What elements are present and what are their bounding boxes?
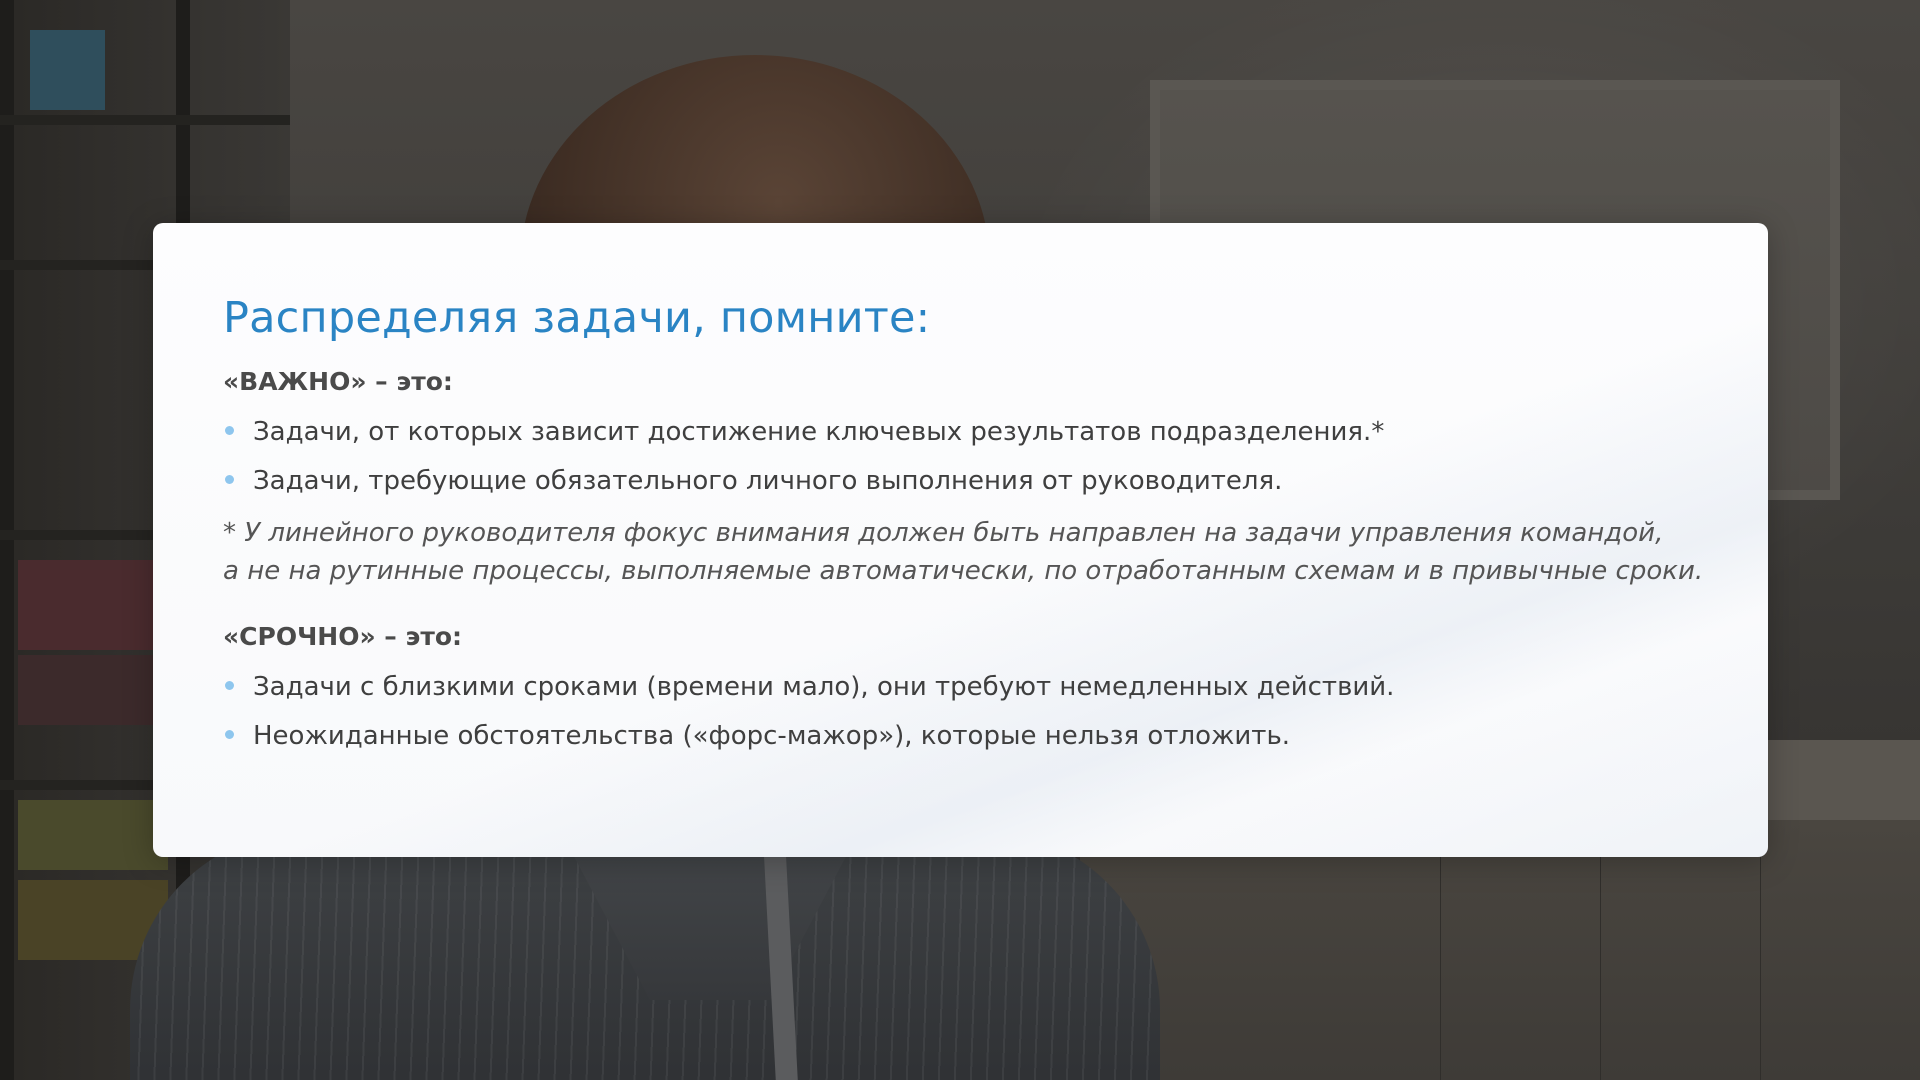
slide-title: Распределяя задачи, помните: xyxy=(223,293,931,343)
content-card: Распределяя задачи, помните: «ВАЖНО» – э… xyxy=(153,223,1768,857)
footnote: * У линейного руководителя фокус внимани… xyxy=(223,514,1704,590)
background-cabinet xyxy=(1080,820,1920,1080)
list-item: Задачи с близкими сроками (времени мало)… xyxy=(223,663,1698,712)
footnote-line: а не на рутинные процессы, выполняемые а… xyxy=(223,556,1704,586)
bullet-dot-icon xyxy=(225,475,234,484)
background-book xyxy=(18,800,168,870)
list-item: Задачи, требующие обязательного личного … xyxy=(223,457,1698,506)
list-item-text: Задачи, требующие обязательного личного … xyxy=(253,466,1283,496)
list-item: Неожиданные обстоятельства («форс-мажор»… xyxy=(223,712,1698,761)
bullet-dot-icon xyxy=(225,730,234,739)
urgent-heading: «СРОЧНО» – это: xyxy=(223,622,462,651)
footnote-line: * У линейного руководителя фокус внимани… xyxy=(223,518,1664,548)
bullet-dot-icon xyxy=(225,681,234,690)
important-list: Задачи, от которых зависит достижение кл… xyxy=(223,408,1698,506)
cabinet-seam xyxy=(1760,840,1761,1080)
slide-stage: Распределяя задачи, помните: «ВАЖНО» – э… xyxy=(0,0,1920,1080)
background-book xyxy=(18,655,168,725)
background-book xyxy=(30,30,105,110)
bullet-dot-icon xyxy=(225,426,234,435)
background-book xyxy=(18,560,168,650)
shelf-board xyxy=(0,115,290,125)
list-item-text: Неожиданные обстоятельства («форс-мажор»… xyxy=(253,721,1291,751)
list-item-text: Задачи, от которых зависит достижение кл… xyxy=(253,417,1385,447)
urgent-list: Задачи с близкими сроками (времени мало)… xyxy=(223,663,1698,761)
cabinet-seam xyxy=(1440,840,1441,1080)
list-item-text: Задачи с близкими сроками (времени мало)… xyxy=(253,672,1395,702)
cabinet-seam xyxy=(1600,840,1601,1080)
list-item: Задачи, от которых зависит достижение кл… xyxy=(223,408,1698,457)
shelf-post xyxy=(0,0,14,1080)
important-heading: «ВАЖНО» – это: xyxy=(223,367,453,396)
